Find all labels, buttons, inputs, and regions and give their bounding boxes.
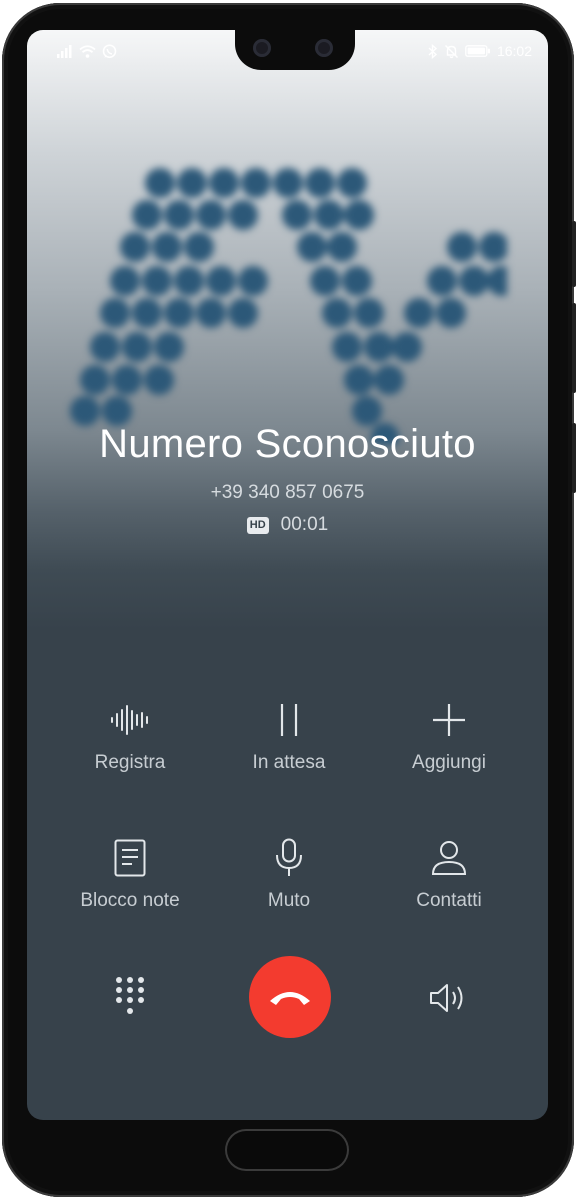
contacts-button[interactable]: Contatti — [369, 838, 529, 912]
notepad-button[interactable]: Blocco note — [50, 838, 210, 912]
notepad-icon — [114, 839, 146, 877]
caller-number: +39 340 857 0675 — [210, 482, 365, 503]
hold-label: In attesa — [252, 752, 326, 773]
signal-icon — [57, 44, 72, 58]
hang-up-icon — [270, 992, 310, 1005]
status-time: 16:02 — [496, 43, 532, 59]
hold-button[interactable]: In attesa — [209, 700, 369, 774]
home-button[interactable] — [225, 1129, 349, 1171]
record-icon — [111, 705, 148, 735]
front-camera-icon — [315, 39, 333, 57]
caller-name: Numero Sconosciuto — [99, 422, 476, 466]
contact-icon — [431, 841, 467, 875]
sensor-icon — [253, 39, 271, 57]
power-button — [572, 423, 576, 493]
whatsapp-icon — [102, 43, 117, 58]
contacts-label: Contatti — [416, 890, 482, 911]
bluetooth-icon — [428, 43, 438, 59]
caller-photo-logo — [70, 168, 507, 445]
volume-down-button — [572, 303, 576, 393]
microphone-icon — [276, 838, 302, 876]
call-duration: 00:01 — [280, 514, 329, 535]
plus-icon — [433, 704, 465, 736]
mute-button[interactable]: Muto — [209, 838, 369, 912]
status-bar-left — [57, 41, 117, 61]
in-call-screen: 16:02 Numero Sconosciuto +39 340 857 067… — [27, 30, 548, 1120]
notifications-off-icon — [444, 44, 458, 58]
hd-voice-badge: HD — [246, 516, 269, 534]
add-call-button[interactable]: Aggiungi — [369, 700, 529, 774]
dialpad-button[interactable] — [107, 972, 153, 1022]
speaker-icon — [430, 984, 463, 1012]
dialpad-icon — [116, 977, 144, 1014]
volume-up-button — [572, 221, 576, 287]
add-call-label: Aggiungi — [412, 752, 486, 773]
record-label: Registra — [94, 752, 166, 773]
speaker-button[interactable] — [425, 978, 473, 1018]
call-info: HD 00:01 — [27, 514, 548, 536]
battery-icon — [465, 45, 490, 57]
record-button[interactable]: Registra — [50, 700, 210, 774]
pause-icon — [280, 704, 298, 736]
notch — [235, 30, 355, 70]
status-bar-right: 16:02 — [428, 41, 532, 61]
end-call-button[interactable] — [249, 956, 331, 1038]
wifi-icon — [79, 44, 96, 58]
notepad-label: Blocco note — [80, 890, 180, 911]
mute-label: Muto — [267, 890, 311, 911]
